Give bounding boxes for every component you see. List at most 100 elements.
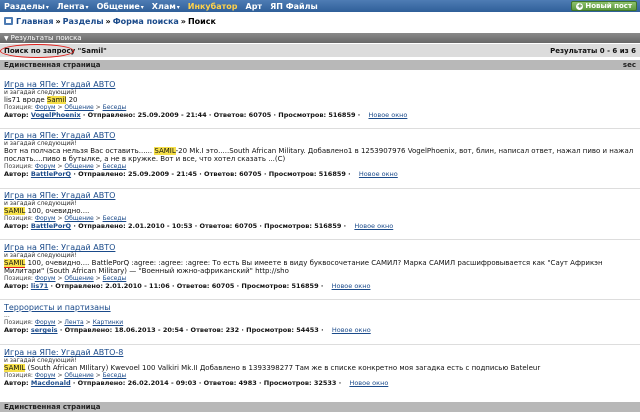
- divider: [0, 128, 640, 129]
- result-author[interactable]: VogelPhoenix: [31, 111, 81, 119]
- pos-link-communication[interactable]: Общение: [64, 163, 93, 170]
- new-window-link[interactable]: Новое окно: [354, 222, 393, 230]
- new-window-link[interactable]: Новое окно: [369, 111, 408, 119]
- pos-link-communication[interactable]: Общение: [64, 215, 93, 222]
- result-meta: Автор: lis71 · Отправлено: 2.01.2010 - 1…: [4, 282, 371, 290]
- breadcrumb: Главная » Разделы » Форма поиска » Поиск: [4, 15, 216, 27]
- result-snippet: SAMIL (South African MIlitary) Kwevoel 1…: [4, 364, 541, 372]
- collapse-triangle-icon[interactable]: ▼: [4, 35, 9, 42]
- pos-link-forum[interactable]: Форум: [35, 372, 56, 379]
- result-title[interactable]: Игра на ЯПе: Угадай АВТО: [4, 191, 634, 200]
- results-header-label: Результаты поиска: [10, 34, 82, 42]
- pos-link-talks[interactable]: Беседы: [103, 104, 127, 111]
- pos-link-communication[interactable]: Общение: [64, 372, 93, 379]
- pos-link-feed[interactable]: Лента: [64, 319, 83, 326]
- results-header[interactable]: ▼ Результаты поиска: [0, 33, 640, 43]
- page-bar-bottom: Единственная страница: [0, 402, 640, 412]
- plus-icon: +: [576, 1, 584, 10]
- result-author[interactable]: lis71: [31, 282, 48, 290]
- result-author[interactable]: sergeis: [31, 326, 58, 334]
- result-position: Позиция: Форум > Общение > Беседы: [4, 372, 127, 379]
- result-position: Позиция: Форум > Общение > Беседы: [4, 215, 127, 222]
- result-snippet: Вот на полчаса нельзя Вас оставить......…: [4, 147, 634, 163]
- highlight: SAMIL: [4, 364, 26, 372]
- result-meta: Автор: Macdonald · Отправлено: 26.02.201…: [4, 379, 389, 387]
- breadcrumb-search-form[interactable]: Форма поиска: [113, 17, 179, 26]
- search-result: Игра на ЯПе: Угадай АВТО и загадай следу…: [4, 80, 634, 119]
- breadcrumb-sep: »: [105, 16, 111, 26]
- breadcrumb-sep: »: [180, 16, 186, 26]
- result-title[interactable]: Игра на ЯПе: Угадай АВТО: [4, 131, 634, 140]
- pos-link-forum[interactable]: Форум: [35, 275, 56, 282]
- new-post-button[interactable]: + Новый пост: [571, 1, 637, 11]
- pos-link-talks[interactable]: Беседы: [103, 372, 127, 379]
- search-result: Игра на ЯПе: Угадай АВТО и загадай следу…: [4, 243, 634, 290]
- red-annotation-oval: [0, 44, 74, 58]
- result-position: Позиция: Форум > Общение > Беседы: [4, 104, 127, 111]
- pos-link-talks[interactable]: Беседы: [103, 275, 127, 282]
- pos-link-forum[interactable]: Форум: [35, 215, 56, 222]
- breadcrumb-home[interactable]: Главная: [16, 17, 53, 26]
- result-position: Позиция: Форум > Общение > Беседы: [4, 275, 127, 282]
- result-author[interactable]: BattlePorQ: [31, 170, 71, 178]
- highlight: Samil: [46, 96, 67, 104]
- result-title[interactable]: Игра на ЯПе: Угадай АВТО-8: [4, 348, 634, 357]
- top-nav: Разделы▾ Лента▾ Общение▾ Хлам▾ Инкубатор…: [0, 0, 640, 12]
- breadcrumb-current: Поиск: [187, 16, 216, 26]
- nav-item-files[interactable]: ЯП Файлы: [270, 2, 318, 11]
- nav-item-feed[interactable]: Лента▾: [57, 2, 89, 11]
- search-result: Террористы и партизаны ... Позиция: Фору…: [4, 303, 634, 334]
- highlight: SAMIL: [4, 207, 26, 215]
- page-bar-top: Единственная страница sec: [0, 60, 640, 70]
- new-window-link[interactable]: Новое окно: [332, 326, 371, 334]
- result-subtitle: и загадай следующий!: [4, 89, 77, 96]
- breadcrumb-sections[interactable]: Разделы: [63, 17, 104, 26]
- pos-link-forum[interactable]: Форум: [35, 319, 56, 326]
- query-bar: Поиск по запросу "Samil" Результаты 0 - …: [0, 44, 640, 57]
- result-snippet: SAMIL 100, очевидно.... BattlePorQ :agre…: [4, 259, 603, 275]
- new-post-label: Новый пост: [585, 2, 632, 10]
- result-subtitle: ...: [4, 312, 10, 319]
- new-window-link[interactable]: Новое окно: [349, 379, 388, 387]
- nav-item-incubator[interactable]: Инкубатор: [188, 2, 238, 11]
- single-page-label: Единственная страница: [4, 403, 101, 411]
- sec-label: sec: [622, 61, 636, 69]
- result-subtitle: и загадай следующий!: [4, 252, 77, 259]
- search-result: Игра на ЯПе: Угадай АВТО и загадай следу…: [4, 191, 634, 230]
- pos-link-communication[interactable]: Общение: [64, 104, 93, 111]
- nav-item-junk[interactable]: Хлам▾: [152, 2, 180, 11]
- pos-link-forum[interactable]: Форум: [35, 104, 56, 111]
- result-subtitle: и загадай следующий!: [4, 200, 77, 207]
- result-meta: Автор: VogelPhoenix · Отправлено: 25.09.…: [4, 111, 408, 119]
- result-position: Позиция: Форум > Общение > Беседы: [4, 163, 127, 170]
- single-page-label: Единственная страница: [4, 61, 101, 69]
- search-result: Игра на ЯПе: Угадай АВТО-8 и загадай сле…: [4, 348, 634, 387]
- result-snippet: lis71 вроде Samil 20: [4, 96, 78, 104]
- nav-item-sections[interactable]: Разделы▾: [4, 2, 49, 11]
- result-subtitle: и загадай следующий!: [4, 140, 77, 147]
- pos-link-pictures[interactable]: Картинки: [93, 319, 124, 326]
- result-title[interactable]: Игра на ЯПе: Угадай АВТО: [4, 80, 634, 89]
- highlight: SAMIL: [154, 147, 176, 155]
- new-window-link[interactable]: Новое окно: [332, 282, 371, 290]
- pos-link-communication[interactable]: Общение: [64, 275, 93, 282]
- result-meta: Автор: BattlePorQ · Отправлено: 25.09.20…: [4, 170, 398, 178]
- result-meta: Автор: BattlePorQ · Отправлено: 2.01.201…: [4, 222, 394, 230]
- nav-item-communication[interactable]: Общение▾: [97, 2, 144, 11]
- result-snippet: SAMIL 100, очевидно....: [4, 207, 90, 215]
- pos-link-forum[interactable]: Форум: [35, 163, 56, 170]
- nav-item-art[interactable]: Арт: [246, 2, 263, 11]
- pos-link-talks[interactable]: Беседы: [103, 215, 127, 222]
- result-author[interactable]: BattlePorQ: [31, 222, 71, 230]
- divider: [0, 239, 640, 240]
- new-window-link[interactable]: Новое окно: [359, 170, 398, 178]
- result-author[interactable]: Macdonald: [31, 379, 71, 387]
- search-result: Игра на ЯПе: Угадай АВТО и загадай следу…: [4, 131, 634, 178]
- result-title[interactable]: Террористы и партизаны: [4, 303, 634, 312]
- result-position: Позиция: Форум > Лента > Картинки: [4, 319, 124, 326]
- breadcrumb-sep: »: [55, 16, 61, 26]
- divider: [0, 188, 640, 189]
- result-title[interactable]: Игра на ЯПе: Угадай АВТО: [4, 243, 634, 252]
- home-icon: [4, 17, 13, 25]
- pos-link-talks[interactable]: Беседы: [103, 163, 127, 170]
